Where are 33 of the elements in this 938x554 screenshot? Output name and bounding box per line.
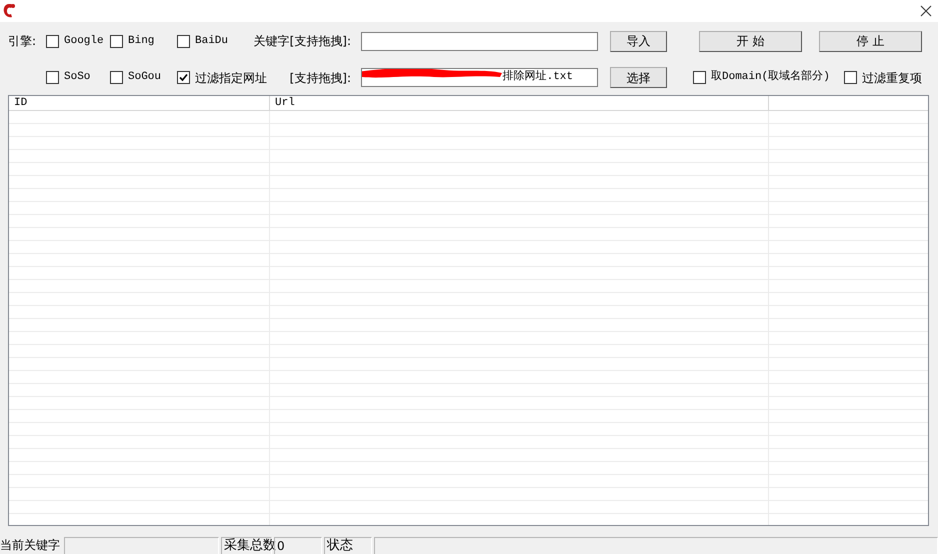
status-label: 状态 — [324, 537, 372, 554]
keyword-field[interactable] — [361, 32, 598, 50]
checkbox-label[interactable]: Google — [64, 32, 104, 50]
checkbox-label[interactable]: SoGou — [128, 69, 162, 86]
column-header[interactable]: ID — [9, 96, 270, 110]
checkbox[interactable] — [177, 71, 190, 84]
file-path-text: 排除网址.txt — [502, 69, 573, 86]
checkbox[interactable] — [46, 34, 59, 48]
checkbox-label[interactable]: BaiDu — [195, 32, 228, 50]
status-label: 当前关键字 — [0, 537, 61, 554]
app-icon — [2, 3, 16, 19]
checkbox-label[interactable]: 取Domain(取域名部分) — [711, 69, 830, 86]
checkbox-label[interactable]: 过滤指定网址 — [195, 68, 267, 86]
checkbox[interactable] — [46, 71, 59, 84]
engine-label: 引擎: — [8, 33, 36, 50]
stop-button[interactable]: 停 止 — [819, 30, 922, 52]
keyword-label: 关键字[支持拖拽]: — [254, 33, 351, 50]
checkbox[interactable] — [177, 34, 190, 48]
select-button[interactable]: 选择 — [610, 67, 667, 88]
checkbox[interactable] — [110, 34, 123, 48]
checkbox[interactable] — [844, 71, 857, 84]
file-label: [支持拖拽]: — [290, 70, 351, 86]
column-header[interactable]: Url — [270, 96, 769, 110]
close-icon[interactable] — [920, 5, 932, 17]
file-field[interactable]: 排除网址.txt — [361, 68, 598, 87]
count-value: 0 — [274, 537, 322, 554]
checkbox-label[interactable]: 过滤重复项 — [862, 68, 922, 86]
checkbox-label[interactable]: SoSo — [64, 69, 90, 86]
checkbox[interactable] — [693, 71, 706, 84]
checkbox[interactable] — [110, 71, 123, 84]
checkbox-label[interactable]: Bing — [128, 32, 154, 50]
import-button[interactable]: 导入 — [610, 30, 667, 52]
start-button[interactable]: 开 始 — [699, 30, 802, 52]
